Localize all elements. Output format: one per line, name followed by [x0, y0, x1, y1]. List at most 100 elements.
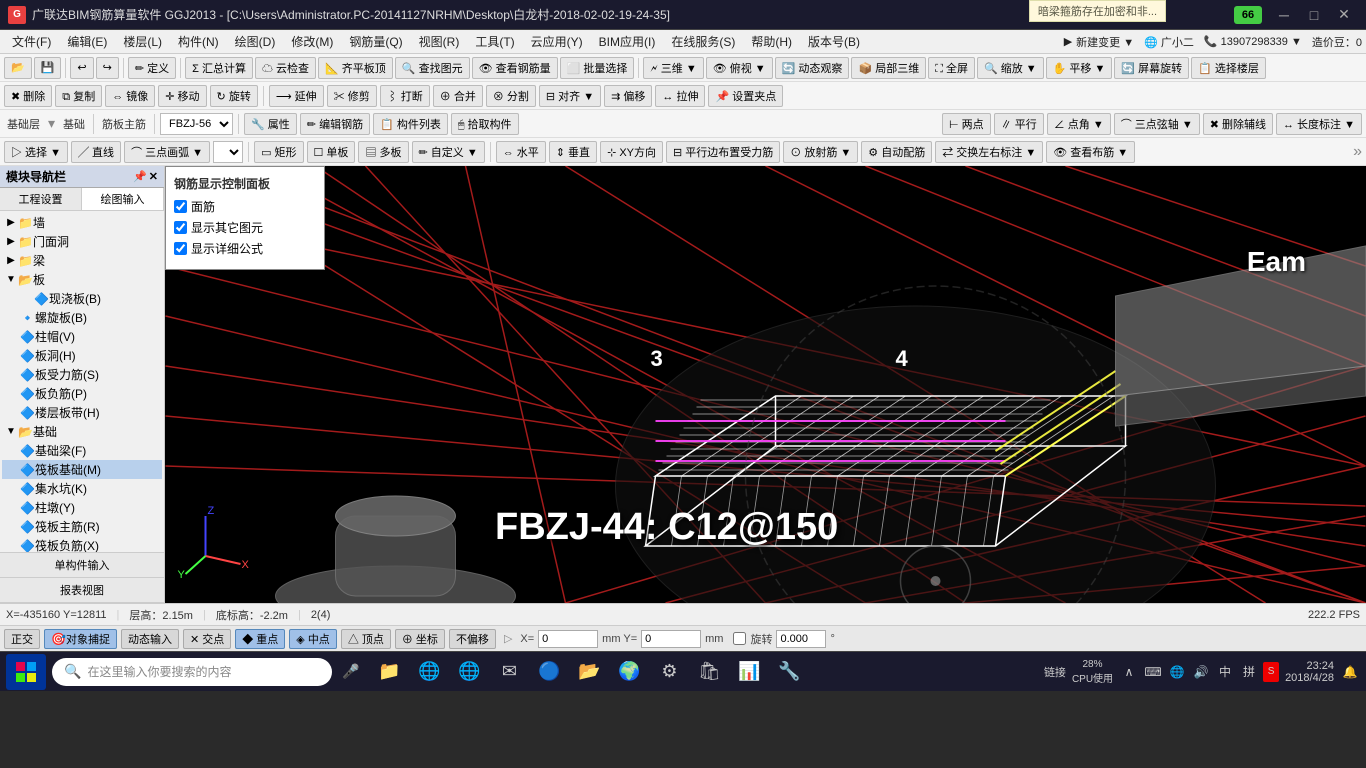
toolbar-xy-dir-btn[interactable]: ⊹ XY方向 [600, 141, 663, 163]
menu-file[interactable]: 文件(F) [4, 31, 59, 52]
expand-wall[interactable]: ▶ [4, 216, 18, 230]
tray-pinyin-icon[interactable]: 拼 [1239, 662, 1259, 682]
tree-node-wall[interactable]: ▶ 📁 墙 [2, 213, 162, 232]
snap-vertex-btn[interactable]: △ 顶点 [341, 629, 391, 649]
taskbar-icon-app2[interactable]: 🔧 [773, 656, 805, 688]
expand-cast-slab[interactable] [20, 292, 34, 306]
tree-node-cap[interactable]: 🔷 柱帽(V) [2, 327, 162, 346]
tree-node-beam[interactable]: ▶ 📁 梁 [2, 251, 162, 270]
clock[interactable]: 23:24 2018/4/28 [1285, 660, 1334, 684]
toolbar-define-btn[interactable]: ✏ 定义 [128, 57, 176, 79]
menu-online[interactable]: 在线服务(S) [663, 31, 743, 52]
tree-node-pit[interactable]: 🔷 集水坑(K) [2, 479, 162, 498]
taskbar-icon-settings[interactable]: ⚙ [653, 656, 685, 688]
minimize-button[interactable]: ─ [1270, 4, 1298, 26]
tree-node-foundation[interactable]: ▼ 📂 基础 [2, 422, 162, 441]
viewport[interactable]: 3 4 A1 Z X Y 钢筋显示控制面板 面筋 [165, 166, 1366, 603]
toolbar-pan-btn[interactable]: ✋ 平移 ▼ [1046, 57, 1113, 79]
fp-checkbox-detail[interactable]: 显示详细公式 [174, 240, 316, 257]
toolbar-exchange-lr-btn[interactable]: ⇄ 交换左右标注 ▼ [935, 141, 1043, 163]
menu-floor[interactable]: 楼层(L) [115, 31, 170, 52]
start-button[interactable] [6, 654, 46, 690]
taskbar-icon-store[interactable]: 🛍 [693, 656, 725, 688]
maximize-button[interactable]: □ [1300, 4, 1328, 26]
toolbar-pick-component-btn[interactable]: 🖱 拾取构件 [451, 113, 519, 135]
toolbar-split-btn[interactable]: ⊗ 分割 [486, 85, 536, 107]
toolbar-copy-btn[interactable]: ⧉ 复制 [55, 85, 102, 107]
toolbar-radial-btn[interactable]: ⊙ 放射筋 ▼ [783, 141, 858, 163]
tray-network-icon[interactable]: 🌐 [1167, 662, 1187, 682]
snap-intersection-btn[interactable]: ✕ 交点 [183, 629, 231, 649]
taskbar-icon-explorer[interactable]: 📁 [373, 656, 405, 688]
taskbar-icon-browser[interactable]: 🌍 [613, 656, 645, 688]
toolbar-parallel-rebar-btn[interactable]: ⊟ 平行边布置受力筋 [666, 141, 780, 163]
tree-node-slab[interactable]: ▼ 📂 板 [2, 270, 162, 289]
toolbar-point-angle-btn[interactable]: ∠ 点角 ▼ [1047, 113, 1111, 135]
toolbar-auto-config-btn[interactable]: ⚙ 自动配筋 [861, 141, 932, 163]
tray-sogou-icon[interactable]: S [1263, 662, 1279, 682]
tree-node-neg-rebar[interactable]: 🔷 板负筋(P) [2, 384, 162, 403]
snap-nooffset-btn[interactable]: 不偏移 [449, 629, 496, 649]
report-view-btn[interactable]: 报表视图 [0, 578, 164, 603]
toolbar-save-btn[interactable]: 💾 [34, 57, 62, 79]
toolbar-check-layout-btn[interactable]: 👁 查看布筋 ▼ [1046, 141, 1135, 163]
taskbar-icon-folder2[interactable]: 📂 [573, 656, 605, 688]
toolbar-undo-btn[interactable]: ↩ [70, 57, 93, 79]
taskbar-mic-icon[interactable]: 🎤 [342, 663, 359, 680]
snap-dynamic-btn[interactable]: 动态输入 [121, 629, 179, 649]
toolbar-length-dim-btn[interactable]: ↔ 长度标注 ▼ [1276, 113, 1362, 135]
toolbar-vertical-btn[interactable]: ⇕ 垂直 [549, 141, 597, 163]
tab-draw-input[interactable]: 绘图输入 [82, 188, 164, 210]
taskbar-search-box[interactable]: 🔍 在这里输入你要搜索的内容 [52, 658, 332, 686]
menu-component[interactable]: 构件(N) [170, 31, 227, 52]
snap-midpoint-btn[interactable]: ◆ 重点 [235, 629, 285, 649]
tree-node-raft-rebar[interactable]: 🔷 筏板主筋(R) [2, 517, 162, 536]
toolbar-delete-btn[interactable]: ✖ 删除 [4, 85, 52, 107]
tree-node-raft-neg[interactable]: 🔷 筏板负筋(X) [2, 536, 162, 552]
tree-node-pedestal[interactable]: 🔷 柱墩(Y) [2, 498, 162, 517]
toolbar-edit-rebar-btn[interactable]: ✏ 编辑钢筋 [300, 113, 370, 135]
taskbar-icon-ie[interactable]: 🌐 [453, 656, 485, 688]
toolbar-grip-btn[interactable]: 📌 设置夹点 [708, 85, 783, 107]
toolbar-break-btn[interactable]: ⌇ 打断 [380, 85, 430, 107]
expand-foundation[interactable]: ▼ [4, 425, 18, 439]
toolbar-align-btn[interactable]: ⊟ 对齐 ▼ [539, 85, 601, 107]
toolbar-cloud-check-btn[interactable]: ☁ 云检查 [255, 57, 316, 79]
toolbar-trim-btn[interactable]: ✂ 修剪 [327, 85, 377, 107]
toolbar-batch-select-btn[interactable]: ⬜ 批量选择 [560, 57, 635, 79]
toolbar-select-btn[interactable]: ▷ 选择 ▼ [4, 141, 68, 163]
toolbar-find-btn[interactable]: 🔍 查找图元 [395, 57, 470, 79]
expand-beam[interactable]: ▶ [4, 254, 18, 268]
toolbar-rect-btn[interactable]: ▭ 矩形 [254, 141, 303, 163]
draw-shape-select[interactable] [213, 141, 243, 163]
menu-tools[interactable]: 工具(T) [467, 31, 522, 52]
tray-keyboard-icon[interactable]: ⌨ [1143, 662, 1163, 682]
cloud-assistant[interactable]: 🌐 广小二 [1144, 34, 1194, 50]
toolbar-rotate2-btn[interactable]: ↻ 旋转 [210, 85, 258, 107]
toolbar-three-arc-btn[interactable]: ⌒ 三点弦轴 ▼ [1114, 113, 1200, 135]
toolbar-horizontal-btn[interactable]: ⇔ 水平 [496, 141, 546, 163]
toolbar-fullscreen-btn[interactable]: ⛶ 全屏 [928, 57, 975, 79]
y-input[interactable] [641, 630, 701, 648]
menu-help[interactable]: 帮助(H) [743, 31, 800, 52]
toolbar-extend-btn[interactable]: ⟶ 延伸 [269, 85, 324, 107]
toolbar-redo-btn[interactable]: ↪ [96, 57, 119, 79]
tree-node-slab-rebar[interactable]: 🔷 板受力筋(S) [2, 365, 162, 384]
tree-node-spiral-slab[interactable]: 🔹 螺旋板(B) [2, 308, 162, 327]
menu-rebar-qty[interactable]: 钢筋量(Q) [341, 31, 410, 52]
toolbar-check-rebar-btn[interactable]: 👁 查看钢筋量 [472, 57, 558, 79]
menu-edit[interactable]: 编辑(E) [59, 31, 115, 52]
toolbar-local-3d-btn[interactable]: 📦 局部三维 [851, 57, 926, 79]
tab-project-settings[interactable]: 工程设置 [0, 188, 82, 210]
tree-node-floor-strip[interactable]: 🔷 楼层板带(H) [2, 403, 162, 422]
menu-cloud[interactable]: 云应用(Y) [523, 31, 591, 52]
tray-notification-icon[interactable]: 🔔 [1340, 662, 1360, 682]
snap-coord-btn[interactable]: ⊕ 坐标 [395, 629, 445, 649]
snap-orthogonal-btn[interactable]: 正交 [4, 629, 40, 649]
toolbar-summary-btn[interactable]: Σ 汇总计算 [185, 57, 253, 79]
toolbar-arc-btn[interactable]: ⌒ 三点画弧 ▼ [124, 141, 210, 163]
toolbar-single-board-btn[interactable]: ☐ 单板 [307, 141, 356, 163]
menu-bim[interactable]: BIM应用(I) [591, 31, 664, 52]
toolbar-parallel-btn[interactable]: ∥ 平行 [994, 113, 1044, 135]
toolbar-view-btn[interactable]: 👁 俯视 ▼ [706, 57, 773, 79]
